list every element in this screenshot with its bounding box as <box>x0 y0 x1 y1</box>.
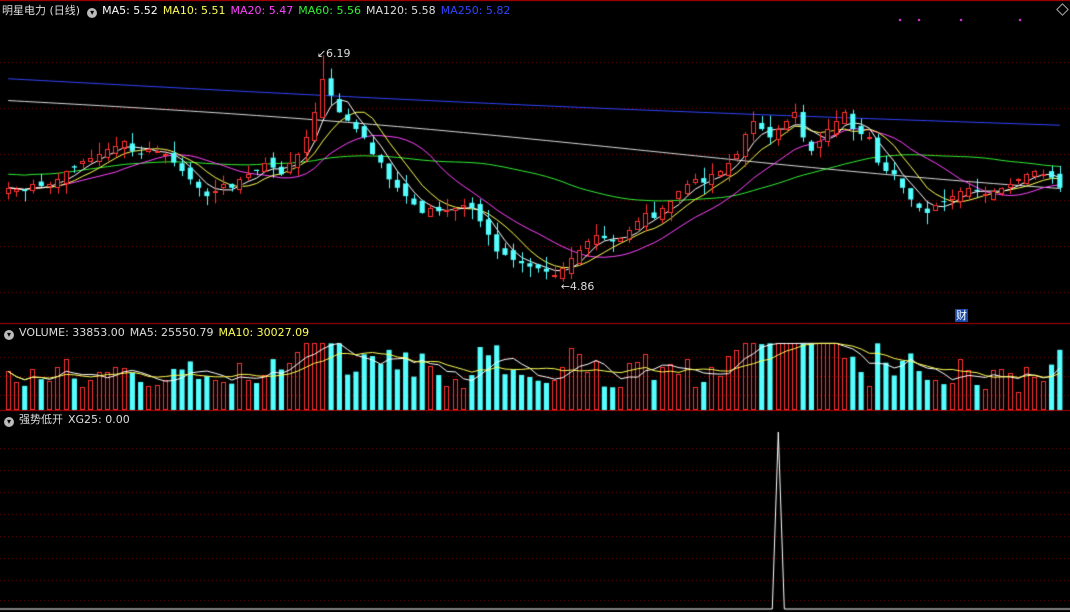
volume-dropdown-icon[interactable]: ▾ <box>4 330 14 340</box>
volume-label-0: VOLUME: 33853.00 <box>19 326 125 339</box>
indicator-dropdown-icon[interactable]: ▾ <box>4 417 14 427</box>
volume-panel-header: ▾ VOLUME: 33853.00 MA5: 25550.79 MA10: 3002… <box>2 325 319 341</box>
ma-label-2: MA20: 5.47 <box>230 4 294 17</box>
stock-title: 明星电力 (日线) <box>2 4 81 17</box>
volume-legend: VOLUME: 33853.00 MA5: 25550.79 MA10: 30027… <box>19 326 314 339</box>
high-price-label: ↙6.19 <box>316 47 351 61</box>
kline-chart-canvas[interactable] <box>0 0 1070 612</box>
ma-label-3: MA60: 5.56 <box>298 4 361 17</box>
low-price-label: ←4.86 <box>560 280 595 294</box>
volume-label-2: MA10: 30027.09 <box>218 326 310 339</box>
indicator-legend: XG25: 0.00 <box>68 413 135 426</box>
main-panel-header: 明星电力 (日线) ▾ MA5: 5.52 MA10: 5.51 MA20: 5.47 M… <box>2 3 520 19</box>
dropdown-icon[interactable]: ▾ <box>87 8 98 18</box>
indicator-label-0: XG25: 0.00 <box>68 413 130 426</box>
ma-legend: MA5: 5.52 MA10: 5.51 MA20: 5.47 MA60: 5.56 M… <box>102 4 515 17</box>
indicator-panel-header: ▾ 强势低开 XG25: 0.00 <box>2 412 140 428</box>
finance-badge[interactable]: 财 <box>955 309 968 322</box>
ma-label-0: MA5: 5.52 <box>102 4 158 17</box>
ma-label-1: MA10: 5.51 <box>162 4 226 17</box>
volume-label-1: MA5: 25550.79 <box>129 326 214 339</box>
ma-label-4: MA120: 5.58 <box>365 4 436 17</box>
ma-label-5: MA250: 5.82 <box>440 4 511 17</box>
indicator-name: 强势低开 <box>19 413 63 426</box>
